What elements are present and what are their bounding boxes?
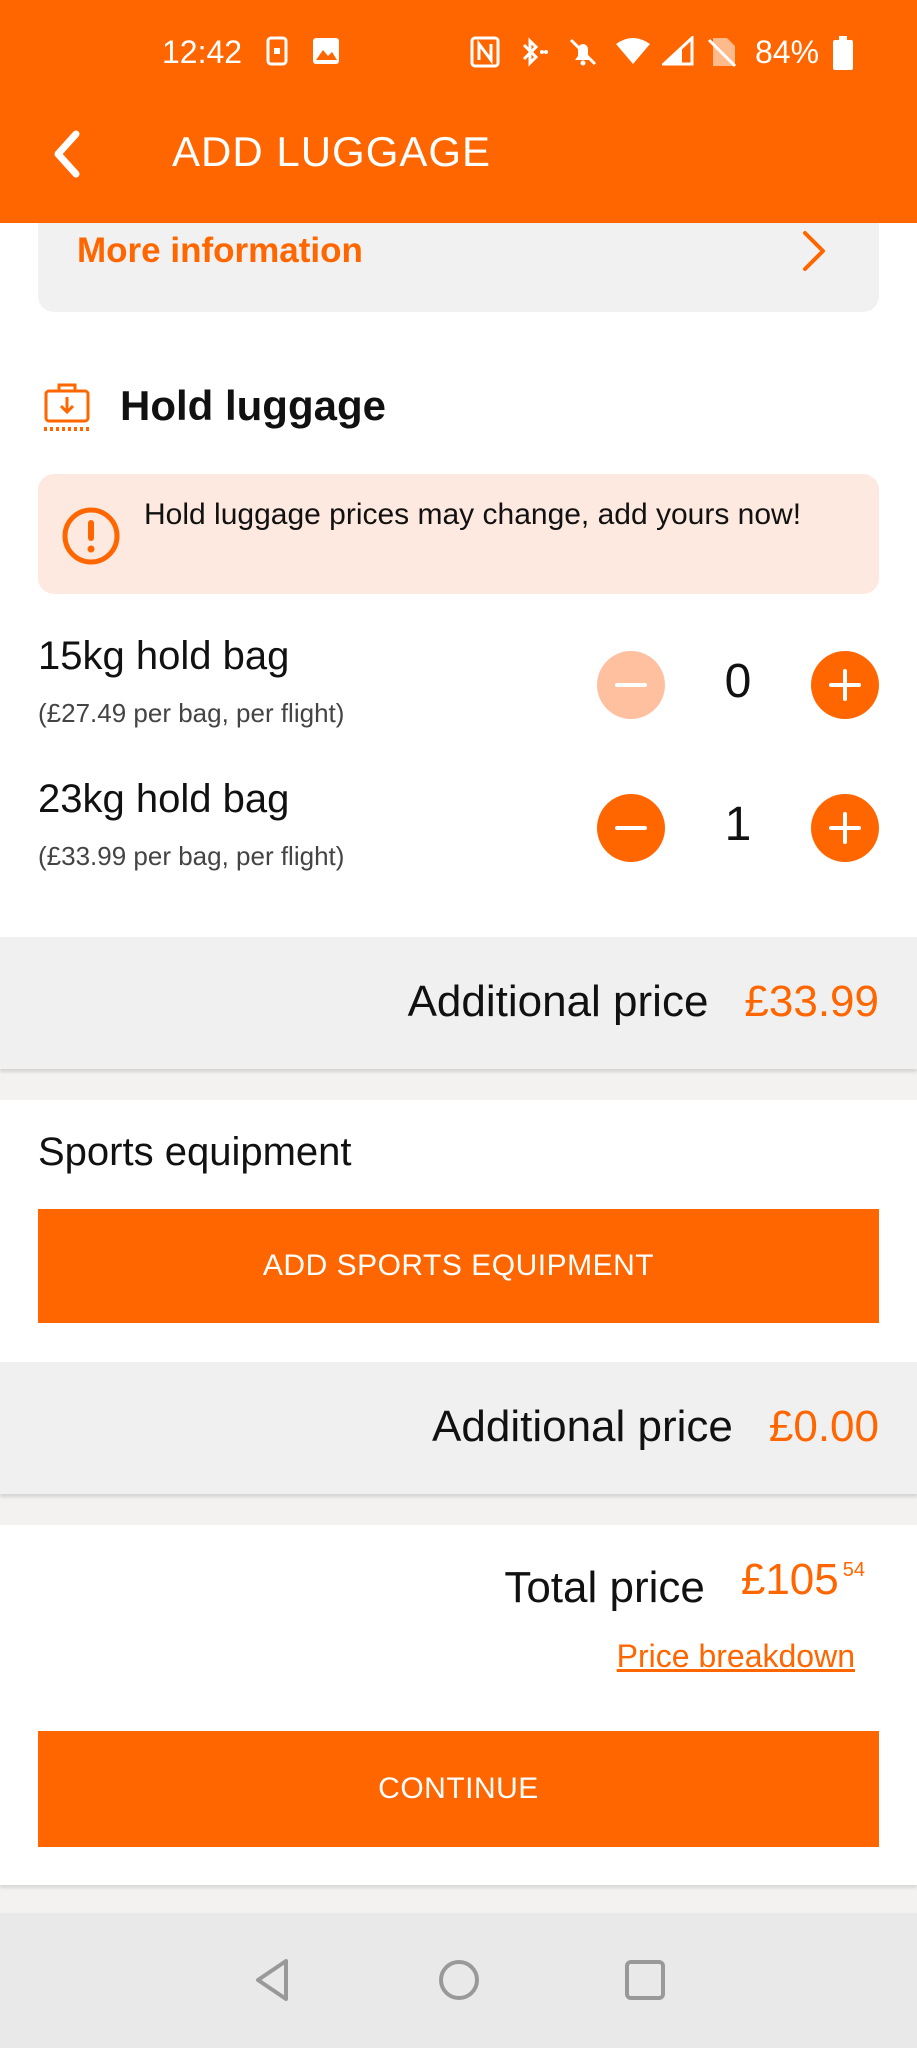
signal-icon [662, 36, 694, 66]
sports-equipment-title: Sports equipment [38, 1130, 352, 1174]
price-alert: Hold luggage prices may change, add your… [38, 474, 879, 594]
total-price: Total price £105 54 [504, 1555, 865, 1613]
additional-price-amount: £0.00 [768, 1402, 879, 1451]
bag-price: (£27.49 per bag, per flight) [38, 698, 345, 728]
image-icon [313, 38, 339, 64]
battery-icon [833, 36, 853, 70]
nfc-icon [470, 36, 500, 68]
total-price-amount: £105 [740, 1555, 839, 1604]
decrease-button[interactable] [597, 651, 665, 719]
decrease-button[interactable] [597, 794, 665, 862]
additional-price-label: Additional price [407, 977, 709, 1026]
status-time: 12:42 [162, 34, 243, 70]
more-information-label: More information [77, 231, 363, 270]
battery-percent: 84% [755, 34, 820, 70]
more-information-link[interactable]: More information [38, 223, 879, 312]
app-header: 12:42 84% ADD LUGGAGE [0, 0, 917, 223]
increase-button[interactable] [811, 794, 879, 862]
system-nav-bar [0, 1913, 917, 2048]
bluetooth-icon [522, 37, 548, 67]
back-button[interactable] [44, 126, 94, 182]
wifi-icon [616, 38, 650, 64]
increase-button[interactable] [811, 651, 879, 719]
title-bar: ADD LUGGAGE [0, 120, 917, 190]
hold-luggage-icon [44, 383, 90, 431]
mute-icon [569, 38, 597, 66]
additional-price: Additional price £0.00 [432, 1402, 879, 1452]
recents-nav-icon[interactable] [620, 1955, 670, 2005]
back-nav-icon[interactable] [248, 1955, 298, 2005]
hold-luggage-title: Hold luggage [120, 382, 386, 429]
sim-icon [266, 36, 288, 66]
bag-count: 1 [724, 798, 752, 851]
warning-icon [62, 507, 120, 565]
additional-price: Additional price £33.99 [408, 977, 879, 1027]
alert-text: Hold luggage prices may change, add your… [144, 498, 802, 531]
sports-additional-price-bar: Additional price £0.00 [0, 1362, 917, 1494]
add-sports-equipment-button[interactable]: ADD SPORTS EQUIPMENT [38, 1209, 879, 1323]
bag-price: (£33.99 per bag, per flight) [38, 841, 345, 871]
page-title: ADD LUGGAGE [172, 128, 492, 175]
bag-row-23kg: 23kg hold bag (£33.99 per bag, per fligh… [38, 777, 879, 887]
no-sim-icon [707, 38, 737, 68]
bag-count: 0 [724, 655, 752, 708]
home-nav-icon[interactable] [434, 1955, 484, 2005]
bag-row-15kg: 15kg hold bag (£27.49 per bag, per fligh… [38, 634, 879, 744]
additional-price-label: Additional price [432, 1402, 733, 1451]
total-price-pence: 54 [842, 1559, 865, 1581]
status-bar: 12:42 84% [0, 28, 917, 78]
additional-price-amount: £33.99 [744, 977, 879, 1026]
chevron-left-icon [54, 130, 80, 178]
bag-name: 23kg hold bag [38, 777, 290, 821]
chevron-right-icon [803, 231, 825, 271]
price-breakdown-link[interactable]: Price breakdown [617, 1638, 855, 1675]
hold-additional-price-bar: Additional price £33.99 [0, 937, 917, 1069]
total-price-label: Total price [504, 1563, 705, 1612]
bag-name: 15kg hold bag [38, 634, 290, 678]
continue-button[interactable]: CONTINUE [38, 1731, 879, 1847]
